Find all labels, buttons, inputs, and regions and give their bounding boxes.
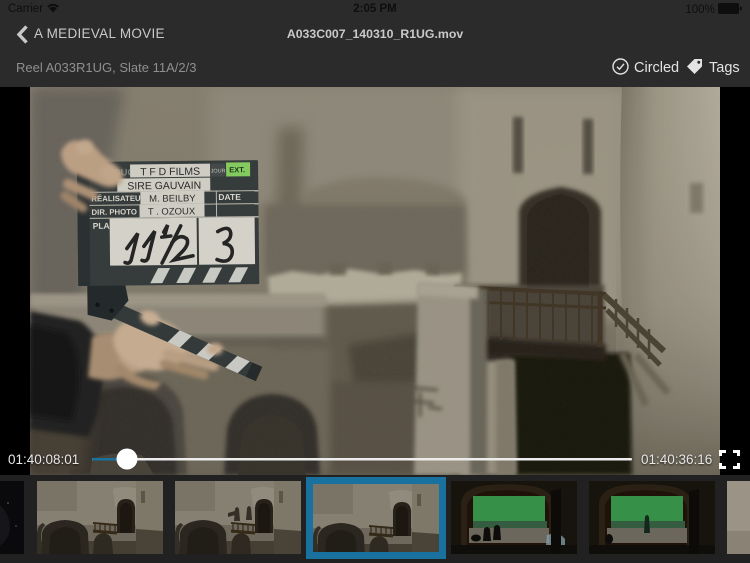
svg-text:M. BEILBY: M. BEILBY (149, 193, 196, 204)
svg-text:JOUR: JOUR (211, 168, 226, 174)
svg-text:DATE: DATE (218, 192, 241, 202)
svg-text:T F D FILMS: T F D FILMS (140, 166, 200, 179)
svg-text:RÉALISATEUR: RÉALISATEUR (91, 194, 146, 204)
svg-text:EXT.: EXT. (229, 165, 245, 174)
svg-text:SIRE GAUVAIN: SIRE GAUVAIN (127, 180, 201, 193)
svg-text:DIR. PHOTO: DIR. PHOTO (91, 207, 136, 216)
svg-text:T . OZOUX: T . OZOUX (148, 206, 196, 218)
